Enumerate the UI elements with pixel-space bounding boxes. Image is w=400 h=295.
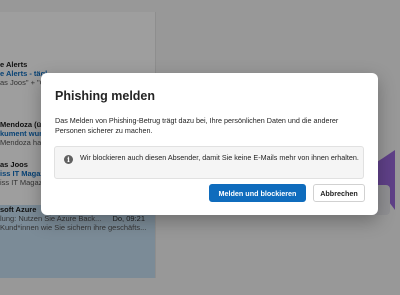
report-and-block-button[interactable]: Melden und blockieren — [209, 184, 306, 202]
dialog-description: Das Melden von Phishing-Betrug trägt daz… — [55, 116, 339, 135]
info-message-text: Wir blockieren auch diesen Absender, dam… — [80, 153, 359, 162]
dialog-title: Phishing melden — [55, 89, 156, 103]
report-phishing-dialog: Phishing melden Das Melden von Phishing-… — [41, 73, 378, 215]
info-message-bar: i Wir blockieren auch diesen Absender, d… — [54, 146, 364, 179]
info-icon: i — [64, 155, 73, 164]
cancel-button[interactable]: Abbrechen — [313, 184, 365, 202]
